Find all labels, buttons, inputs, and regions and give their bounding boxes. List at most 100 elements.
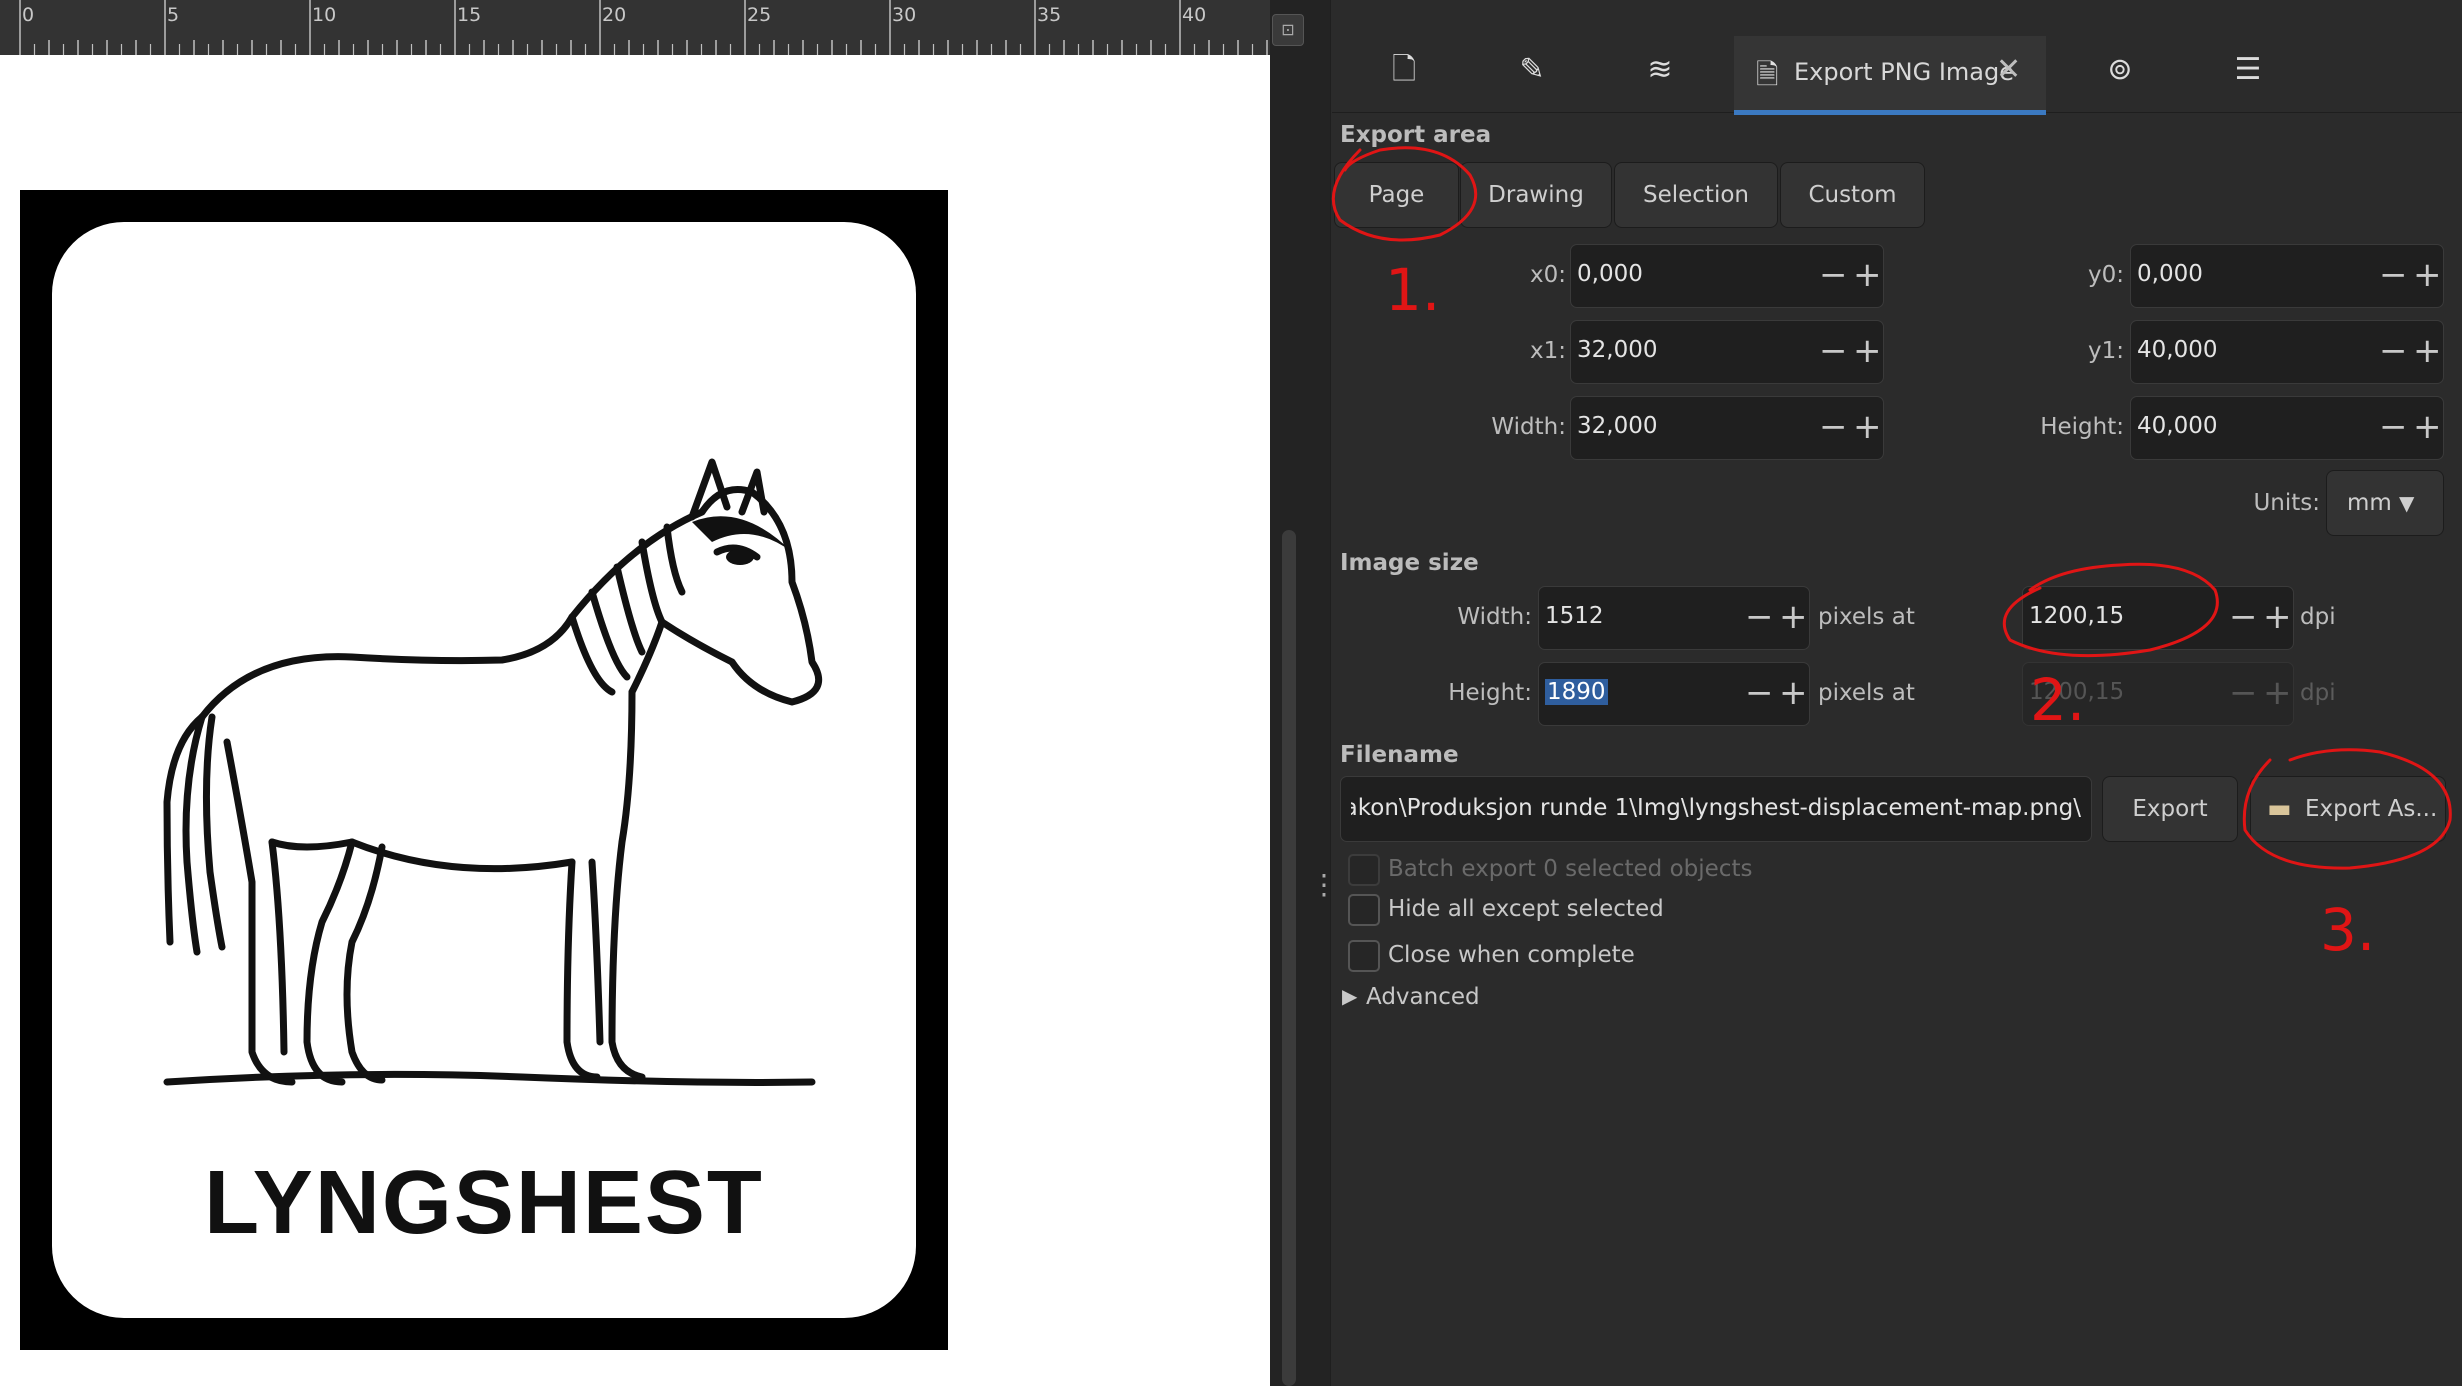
lock-guides-icon[interactable]: ⊡ xyxy=(1272,14,1304,46)
ruler-label: 40 xyxy=(1182,4,1207,26)
align-icon[interactable]: ☰ xyxy=(2228,50,2268,90)
x0-label: x0: xyxy=(1530,262,1566,288)
y0-label: y0: xyxy=(2088,262,2124,288)
page-button[interactable]: Page xyxy=(1334,162,1459,228)
units-value: mm xyxy=(2347,490,2392,516)
folder-icon: ▬ xyxy=(2267,794,2292,824)
image-width-spinbutton[interactable]: 1512 − + xyxy=(1538,586,1810,650)
dpi-spinbutton-disabled: 1200,15 − + xyxy=(2022,662,2294,726)
horse-illustration[interactable] xyxy=(52,222,916,1122)
export-icon: 🗎 xyxy=(1756,58,1779,91)
units-dropdown[interactable]: mm ▼ xyxy=(2326,470,2444,536)
plus-icon[interactable]: + xyxy=(1779,595,1808,639)
image-width-label: Width: xyxy=(1457,604,1532,630)
ruler-label: 20 xyxy=(602,4,627,26)
ruler-label: 30 xyxy=(892,4,917,26)
image-width-value: 1512 xyxy=(1545,603,1604,629)
symbols-icon[interactable]: ⊚ xyxy=(2100,50,2140,90)
area-height-spinbutton[interactable]: 40,000 − + xyxy=(2130,396,2444,460)
x1-spinbutton[interactable]: 32,000 − + xyxy=(1570,320,1884,384)
minus-icon[interactable]: − xyxy=(2229,595,2258,639)
ruler-label: 35 xyxy=(1037,4,1062,26)
filename-value: \Haakon\Produksjon runde 1\Img\lyngshest… xyxy=(1351,795,2081,821)
plus-icon[interactable]: + xyxy=(1779,671,1808,715)
x1-label: x1: xyxy=(1530,338,1566,364)
dpi-spinbutton[interactable]: 1200,15 − + xyxy=(2022,586,2294,650)
dpi-value: 1200,15 xyxy=(2029,603,2125,629)
horizontal-ruler[interactable]: 0 5 10 15 20 25 30 35 40 xyxy=(0,0,1270,56)
x1-value: 32,000 xyxy=(1577,337,1658,363)
plus-icon[interactable]: + xyxy=(1853,405,1882,449)
ruler-label: 10 xyxy=(312,4,337,26)
custom-button[interactable]: Custom xyxy=(1780,162,1925,228)
minus-icon[interactable]: − xyxy=(2379,329,2408,373)
batch-export-label: Batch export 0 selected objects xyxy=(1388,856,1753,882)
minus-icon[interactable]: − xyxy=(1745,671,1774,715)
export-button[interactable]: Export xyxy=(2102,776,2238,842)
x0-spinbutton[interactable]: 0,000 − + xyxy=(1570,244,1884,308)
tab-label: Export PNG Image xyxy=(1794,58,2015,86)
layers-icon[interactable]: ≋ xyxy=(1640,50,1680,90)
plus-icon[interactable]: + xyxy=(2263,595,2292,639)
minus-icon[interactable]: − xyxy=(1745,595,1774,639)
plus-icon[interactable]: + xyxy=(2413,405,2442,449)
ruler-ticks xyxy=(19,0,1268,55)
card-face: LYNGSHEST xyxy=(52,222,916,1318)
close-icon[interactable]: ✕ xyxy=(1996,52,2021,87)
minus-icon[interactable]: − xyxy=(1819,329,1848,373)
minus-icon[interactable]: − xyxy=(1819,253,1848,297)
canvas-scrollbar-thumb[interactable] xyxy=(1282,530,1296,1386)
drawing-canvas[interactable]: LYNGSHEST xyxy=(0,55,1270,1386)
export-area-title: Export area xyxy=(1340,122,1492,148)
close-when-complete-label: Close when complete xyxy=(1388,942,1635,968)
image-height-label: Height: xyxy=(1448,680,1532,706)
y1-label: y1: xyxy=(2088,338,2124,364)
y0-value: 0,000 xyxy=(2137,261,2203,287)
ruler-label: 25 xyxy=(747,4,772,26)
advanced-expander[interactable]: Advanced xyxy=(1366,984,1480,1010)
y0-spinbutton[interactable]: 0,000 − + xyxy=(2130,244,2444,308)
image-height-value: 1890 xyxy=(1545,679,1608,705)
minus-icon[interactable]: − xyxy=(2379,253,2408,297)
filename-title: Filename xyxy=(1340,742,1459,768)
y1-spinbutton[interactable]: 40,000 − + xyxy=(2130,320,2444,384)
selection-button[interactable]: Selection xyxy=(1614,162,1778,228)
ruler-label: 15 xyxy=(457,4,482,26)
pixels-at-label: pixels at xyxy=(1818,680,1915,706)
batch-export-checkbox xyxy=(1348,854,1380,886)
export-as-button[interactable]: ▬ Export As... xyxy=(2250,776,2446,842)
dpi-label-disabled: dpi xyxy=(2300,680,2336,706)
minus-icon[interactable]: − xyxy=(1819,405,1848,449)
y1-value: 40,000 xyxy=(2137,337,2218,363)
pixels-at-label: pixels at xyxy=(1818,604,1915,630)
fill-stroke-icon[interactable]: ✎ xyxy=(1512,50,1552,90)
selected-text: 1890 xyxy=(1545,679,1608,705)
filename-input[interactable]: \Haakon\Produksjon runde 1\Img\lyngshest… xyxy=(1340,776,2092,842)
document-properties-icon[interactable]: 🗋 xyxy=(1384,50,1424,90)
card-frame[interactable]: LYNGSHEST xyxy=(20,190,948,1350)
card-title: LYNGSHEST xyxy=(204,1153,764,1253)
plus-icon[interactable]: + xyxy=(1853,253,1882,297)
tab-export-png[interactable]: 🗎 Export PNG Image ✕ xyxy=(1734,36,2046,115)
x0-value: 0,000 xyxy=(1577,261,1643,287)
dpi-value-disabled: 1200,15 xyxy=(2029,679,2125,705)
minus-icon: − xyxy=(2229,673,2258,713)
hide-except-selected-label: Hide all except selected xyxy=(1388,896,1664,922)
minus-icon[interactable]: − xyxy=(2379,405,2408,449)
area-width-spinbutton[interactable]: 32,000 − + xyxy=(1570,396,1884,460)
drawing-button[interactable]: Drawing xyxy=(1460,162,1612,228)
plus-icon[interactable]: + xyxy=(2413,253,2442,297)
export-as-label: Export As... xyxy=(2305,796,2438,822)
close-when-complete-checkbox[interactable] xyxy=(1348,940,1380,972)
hide-except-selected-checkbox[interactable] xyxy=(1348,894,1380,926)
expander-triangle-icon[interactable]: ▶ xyxy=(1342,984,1357,1008)
dpi-label: dpi xyxy=(2300,604,2336,630)
area-height-value: 40,000 xyxy=(2137,413,2218,439)
area-width-label: Width: xyxy=(1491,414,1566,440)
chevron-down-icon: ▼ xyxy=(2399,491,2415,515)
area-width-value: 32,000 xyxy=(1577,413,1658,439)
image-height-spinbutton[interactable]: 1890 − + xyxy=(1538,662,1810,726)
plus-icon[interactable]: + xyxy=(2413,329,2442,373)
canvas-scrollbar-track[interactable] xyxy=(1270,0,1330,1386)
plus-icon[interactable]: + xyxy=(1853,329,1882,373)
